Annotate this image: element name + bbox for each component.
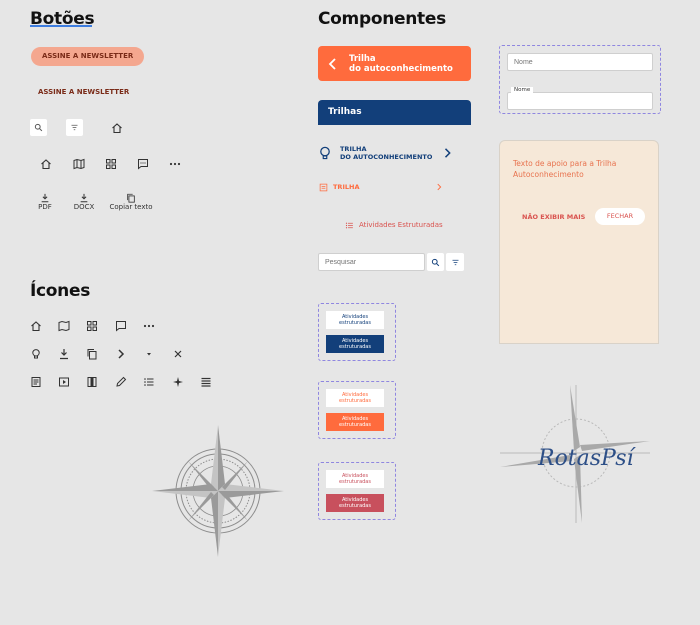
map-icon (73, 158, 85, 170)
atividades-link[interactable]: Atividades Estruturadas (345, 219, 443, 231)
pdf-label: PDF (38, 203, 52, 211)
more-nav-button[interactable] (168, 157, 182, 171)
logo-text: RotasPsí (537, 446, 637, 471)
map-icon (57, 319, 71, 333)
card-navy[interactable]: Atividades estruturadas (326, 335, 384, 353)
newsletter-pill-button[interactable]: ASSINE A NEWSLETTER (31, 47, 145, 66)
compass-rose-image (152, 425, 284, 557)
dismiss-button[interactable]: NÃO EXIBIR MAIS (522, 213, 585, 221)
trilha-header-title: Trilha do autoconhecimento (349, 53, 453, 74)
filter-button[interactable] (66, 119, 83, 136)
chevron-right-icon (444, 148, 451, 158)
copy-icon (85, 347, 99, 361)
form-fields-group: Nome (499, 45, 661, 114)
close-icon (171, 347, 185, 361)
trilha-header-banner: Trilha do autoconhecimento (318, 46, 471, 81)
name-field[interactable] (507, 53, 653, 71)
copy-text-button[interactable]: Copiar texto (106, 193, 156, 211)
title-underline (30, 25, 92, 27)
book-icon (85, 375, 99, 389)
docx-download-button[interactable]: DOCX (71, 193, 97, 211)
lightbulb-icon (320, 146, 330, 160)
card-light[interactable]: Atividades estruturadas (326, 389, 384, 407)
chevron-right-icon (437, 183, 442, 191)
video-icon (57, 375, 71, 389)
chat-icon (138, 159, 148, 170)
search-icon (431, 258, 440, 266)
trilhas-bar: Trilhas (318, 100, 471, 125)
name-field-filled[interactable] (507, 92, 653, 110)
sparkle-icon (171, 375, 185, 389)
pdf-download-button[interactable]: PDF (32, 193, 58, 211)
name-field-label: Nome (511, 87, 534, 93)
download-icon (57, 347, 71, 361)
components-title: Componentes (318, 9, 446, 29)
grid-icon (85, 319, 99, 333)
home-icon (29, 319, 43, 333)
search-button[interactable] (427, 253, 444, 271)
home-icon (41, 159, 51, 170)
chat-icon (114, 319, 128, 333)
copy-icon (127, 193, 135, 203)
card-light[interactable]: Atividades estruturadas (326, 470, 384, 488)
list-icon (142, 375, 156, 389)
download-icon (80, 193, 88, 203)
docx-label: DOCX (73, 203, 95, 211)
card-group-rose: Atividades estruturadas Atividades estru… (318, 462, 396, 520)
filter-icon (71, 124, 78, 131)
map-nav-button[interactable] (72, 157, 86, 171)
trilha-small-label: TRILHA (333, 183, 360, 191)
tooltip-text: Texto de apoio para a Trilha Autoconheci… (513, 159, 617, 179)
grid-nav-button[interactable] (104, 157, 118, 171)
card-orange[interactable]: Atividades estruturadas (326, 413, 384, 431)
tooltip-card: Texto de apoio para a Trilha Autoconheci… (499, 140, 659, 344)
close-button[interactable]: FECHAR (595, 208, 645, 225)
download-icon (41, 193, 49, 203)
icons-title: Ícones (30, 281, 91, 301)
chat-nav-button[interactable] (136, 157, 150, 171)
atividades-label: Atividades Estruturadas (359, 221, 443, 229)
filter-icon (452, 259, 458, 265)
home-button[interactable] (110, 121, 124, 135)
chevron-left-icon[interactable] (327, 57, 339, 71)
more-icon (142, 319, 156, 333)
trilha-item-label: TRILHA DO AUTOCONHECIMENTO (340, 145, 433, 161)
search-icon (34, 123, 43, 132)
chevron-right-icon (114, 347, 128, 361)
card-group-orange: Atividades estruturadas Atividades estru… (318, 381, 396, 439)
card-rose[interactable]: Atividades estruturadas (326, 494, 384, 512)
lightbulb-icon (29, 347, 43, 361)
newsletter-text-button[interactable]: ASSINE A NEWSLETTER (38, 88, 129, 96)
more-icon (169, 162, 181, 166)
list-icon (345, 222, 353, 228)
search-input[interactable] (318, 253, 425, 271)
trilha-list-item[interactable]: TRILHA DO AUTOCONHECIMENTO (318, 142, 453, 164)
document-icon (319, 183, 328, 191)
menu-icon (199, 375, 213, 389)
rotaspsi-logo: RotasPsí (500, 385, 650, 523)
caret-down-icon (142, 347, 156, 361)
search-button[interactable] (30, 119, 47, 136)
card-group-navy: Atividades estruturadas Atividades estru… (318, 303, 396, 361)
copy-text-label: Copiar texto (109, 203, 153, 211)
document-icon (29, 375, 43, 389)
home-icon (112, 123, 122, 134)
filter-button[interactable] (446, 253, 464, 271)
trilha-small-item[interactable]: TRILHA (319, 181, 443, 193)
grid-icon (106, 159, 116, 169)
pencil-icon (114, 375, 128, 389)
home-nav-button[interactable] (39, 157, 53, 171)
card-light[interactable]: Atividades estruturadas (326, 311, 384, 329)
